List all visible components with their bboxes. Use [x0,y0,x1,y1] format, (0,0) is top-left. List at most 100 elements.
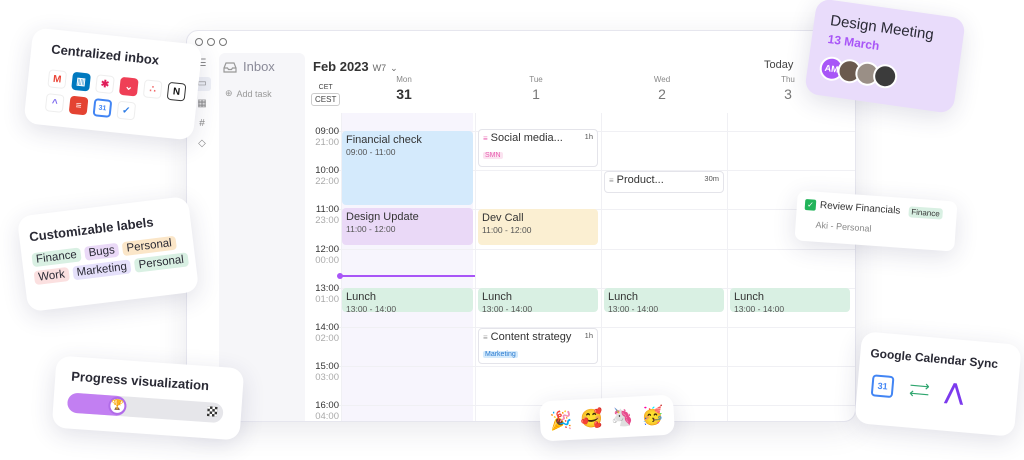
google-calendar-icon: 31 [870,374,895,399]
chevron-down-icon: ⌄ [390,63,398,73]
party-face-icon[interactable]: 🥳 [641,405,664,427]
attendee-avatars: AM [818,55,899,90]
calendar-icon[interactable]: ▦ [197,97,206,111]
current-time-line [341,275,475,277]
trophy-icon: 🏆 [107,396,127,416]
divider [475,113,476,421]
label-list: Finance Bugs Personal Work Marketing Per… [31,234,194,286]
task-title: Product... [616,174,664,186]
avatar [871,62,899,90]
asana-icon: ∴ [142,79,163,100]
event-design-update[interactable]: Design Update 11:00 - 12:00 [342,208,473,245]
event-dev-call[interactable]: Dev Call 11:00 - 12:00 [478,209,598,245]
time-secondary: 04:00 [315,411,339,422]
task-product[interactable]: ≡ Product... 30m [604,171,724,193]
day-date: 1 [532,86,540,102]
event-title: Dev Call [482,212,524,224]
inbox-tray-icon [223,61,237,73]
task-tag: SMN [483,152,503,159]
task-content-strategy[interactable]: ≡ Content strategy 1h Marketing [478,328,598,364]
inbox-header[interactable]: Inbox [219,53,305,80]
task-lines-icon: ≡ [609,175,614,185]
time-secondary: 21:00 [315,137,339,148]
emoji-reactions-card: 🎉 🥰 🦄 🥳 [539,394,675,442]
time-label: 09:00 21:00 [307,126,339,148]
tasks-check-icon: ✓ [116,100,137,121]
trello-icon: ▥ [71,71,91,92]
divider [337,366,855,367]
day-name: Mon [396,75,412,84]
day-header[interactable]: Mon 31 [341,75,467,102]
label-chip[interactable]: Marketing [71,259,132,281]
progress-visualization-card: Progress visualization 🏆 [51,355,245,441]
time-primary: 12:00 [315,244,339,255]
event-time: 13:00 - 14:00 [608,304,659,312]
day-header[interactable]: Wed 2 [599,75,725,102]
card-title: Google Calendar Sync [869,346,999,372]
inbox-title: Inbox [243,59,275,74]
event-title: Financial check [346,134,422,146]
day-name: Tue [529,75,543,84]
event-lunch[interactable]: Lunch 13:00 - 14:00 [342,288,473,312]
label-chip[interactable]: Personal [133,252,189,273]
divider [727,113,728,421]
task-social-media[interactable]: ≡ Social media... 1h SMN [478,129,598,167]
label-chip[interactable]: Finance [31,247,82,268]
unicorn-icon[interactable]: 🦄 [610,406,633,428]
label-chip[interactable]: Bugs [83,242,120,261]
time-secondary: 02:00 [315,333,339,344]
event-time: 13:00 - 14:00 [346,304,397,312]
month-header[interactable]: Feb 2023 W7 ⌄ [313,59,398,74]
add-task-button[interactable]: ⊕ Add task [225,88,299,99]
smiling-hearts-icon[interactable]: 🥰 [580,408,603,430]
event-lunch[interactable]: Lunch 13:00 - 14:00 [478,288,598,312]
event-lunch[interactable]: Lunch 13:00 - 14:00 [730,288,850,312]
day-header[interactable]: Tue 1 [473,75,599,102]
tz-secondary[interactable]: CEST [311,93,341,106]
centralized-inbox-card: Centralized inbox M ▥ ✱ ⌄ ∴ N ^ ≡ 31 ✓ [23,27,203,141]
calendar-window: ☰ ▭ ▦ # ◇ Inbox ⊕ Add task Feb 2023 W7 ⌄… [186,30,856,422]
divider [601,113,602,421]
time-primary: 16:00 [315,400,339,411]
time-secondary: 23:00 [315,215,339,226]
time-secondary: 00:00 [315,255,339,266]
party-popper-icon[interactable]: 🎉 [550,409,573,431]
google-calendar-sync-card: Google Calendar Sync 31 ⟶ ⟵ ⋀ [854,331,1022,437]
event-title: Lunch [482,291,512,303]
timezone-labels: CET CEST [311,83,341,106]
event-time: 11:00 - 12:00 [346,224,396,234]
tz-primary: CET [318,84,333,91]
task-owner: Aki - Personal [815,219,872,234]
label-chip[interactable]: Personal [121,235,177,257]
today-button[interactable]: Today [764,59,793,71]
time-primary: 10:00 [315,165,339,176]
card-title: Centralized inbox [50,41,160,68]
task-duration: 30m [704,174,719,183]
task-title: Content strategy [490,331,572,343]
task-duration: 1h [584,331,593,340]
pocket-icon: ⌄ [118,76,139,97]
hashtag-icon[interactable]: # [199,117,205,131]
app-logo-icon: ⋀ [944,378,965,406]
time-label: 13:00 01:00 [307,283,339,305]
event-lunch[interactable]: Lunch 13:00 - 14:00 [604,288,724,312]
label-chip[interactable]: Work [33,266,70,286]
day-date: 31 [396,86,412,102]
finish-flag-icon [206,406,218,417]
gmail-icon: M [47,69,68,90]
event-title: Design Update [346,211,419,223]
calendar-grid[interactable]: 09:00 21:00 10:00 22:00 11:00 23:00 12:00 00… [307,113,855,421]
event-financial-check[interactable]: Financial check 09:00 - 11:00 [342,131,473,205]
google-calendar-icon: 31 [92,98,113,118]
time-label: 11:00 23:00 [307,204,339,226]
task-duration: 1h [584,132,593,141]
checkbox-checked-icon[interactable]: ✓ [804,199,817,211]
customizable-labels-card: Customizable labels Finance Bugs Persona… [16,195,200,313]
time-secondary: 01:00 [315,294,339,305]
task-tag: Marketing [483,351,518,358]
event-time: 11:00 - 12:00 [482,225,532,235]
tag-icon[interactable]: ◇ [198,137,206,151]
day-name: Wed [653,75,671,84]
window-controls[interactable] [195,38,227,46]
sync-arrows-icon: ⟶ ⟵ [908,376,931,403]
